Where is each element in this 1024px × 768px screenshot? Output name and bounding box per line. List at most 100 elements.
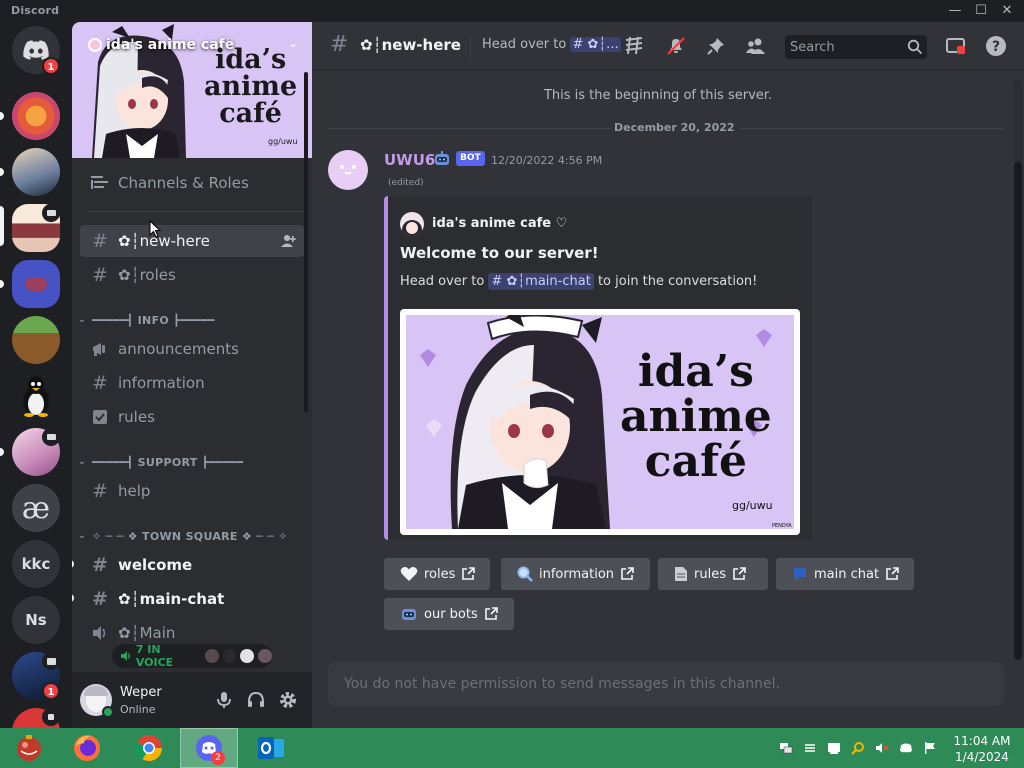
- channel-new-here[interactable]: # ✿┆new-here: [80, 225, 304, 257]
- app-tray-icon[interactable]: [826, 740, 842, 756]
- roles-link-button[interactable]: roles: [384, 558, 490, 590]
- category-support[interactable]: ⌄ ━━━━━┫ SUPPORT ┣━━━━━: [76, 452, 304, 472]
- server-icon-minecraft[interactable]: [12, 316, 60, 364]
- maximize-button[interactable]: ☐: [968, 1, 994, 21]
- video-icon: [42, 204, 60, 222]
- mouse-cursor-icon: [149, 220, 161, 238]
- server-banner[interactable]: ida's anime cafe ♡ ⌄ ida’s anime café gg…: [72, 22, 312, 158]
- channel-mention[interactable]: # ✿┆main-chat: [488, 273, 594, 290]
- chevron-down-icon: ⌄: [78, 457, 86, 467]
- channel-rules[interactable]: rules: [80, 401, 304, 433]
- svg-text:?: ?: [992, 39, 1000, 55]
- chat-scrollbar-thumb[interactable]: [1014, 162, 1022, 660]
- microphone-button[interactable]: [212, 688, 236, 712]
- threads-button[interactable]: [622, 34, 646, 58]
- minimize-button[interactable]: —: [942, 1, 968, 21]
- sidebar-scrollbar[interactable]: [304, 72, 308, 412]
- external-link-icon: [462, 567, 476, 580]
- help-button[interactable]: ?: [984, 34, 1008, 58]
- channels-and-roles[interactable]: Channels & Roles: [80, 167, 304, 199]
- external-link-icon: [733, 567, 746, 580]
- discord-tray-icon[interactable]: [898, 740, 914, 756]
- channel-main-chat[interactable]: # ✿┆main-chat: [80, 583, 304, 615]
- pinned-messages-button[interactable]: [704, 34, 728, 58]
- inbox-button[interactable]: [944, 34, 968, 58]
- robot-icon: [402, 609, 416, 620]
- message-composer[interactable]: [328, 662, 1004, 706]
- hash-icon: #: [330, 32, 349, 57]
- taskbar-clock[interactable]: 11:04 AM 1/4/2024: [944, 733, 1020, 765]
- member-list-button[interactable]: [744, 34, 768, 58]
- server-icon-kkc[interactable]: kkc: [12, 540, 60, 588]
- embed-image[interactable]: ida’s anime café gg/uwu PENDYA: [400, 309, 800, 535]
- chrome-taskbar-button[interactable]: [120, 728, 178, 768]
- taskbar: 2 11:04 AM 1/4/2024: [0, 728, 1024, 768]
- server-icon-orange[interactable]: [12, 92, 60, 140]
- headphones-icon: [248, 691, 264, 707]
- notifications-button[interactable]: [664, 34, 688, 58]
- rules-link-button[interactable]: rules: [658, 558, 768, 590]
- avatar: [204, 649, 219, 663]
- search-input[interactable]: [785, 35, 905, 59]
- avatar: [240, 649, 255, 663]
- channel-information[interactable]: # information: [80, 367, 304, 399]
- embed-image-credit: PENDYA: [772, 523, 792, 529]
- discord-taskbar-button[interactable]: 2: [180, 728, 238, 768]
- speaker-icon: [120, 651, 131, 661]
- megaphone-icon: [88, 341, 112, 357]
- chevron-down-icon: ⌄: [78, 531, 86, 541]
- our-bots-link-button[interactable]: our bots: [384, 598, 514, 630]
- search-box[interactable]: [785, 35, 927, 59]
- volume-muted-tray-icon[interactable]: [874, 740, 890, 756]
- threads-icon: [625, 36, 643, 55]
- category-info[interactable]: ⌄ ━━━━━┫ INFO ┣━━━━━: [76, 310, 304, 330]
- outlook-icon: [258, 737, 284, 759]
- information-link-button[interactable]: information: [501, 558, 650, 590]
- channel-help[interactable]: # help: [80, 475, 304, 507]
- main-chat-link-button[interactable]: main chat: [776, 558, 914, 590]
- firefox-taskbar-button[interactable]: [58, 728, 116, 768]
- server-icon-anime[interactable]: [12, 260, 60, 308]
- avatar: [258, 649, 273, 663]
- banner-signature: gg/uwu: [268, 137, 298, 146]
- channel-announcements[interactable]: announcements: [80, 333, 304, 365]
- chrome-icon: [135, 735, 163, 762]
- message-input[interactable]: [328, 662, 1004, 706]
- sync-tray-icon[interactable]: [802, 740, 818, 756]
- bot-badge: BOT: [456, 151, 485, 166]
- outlook-taskbar-button[interactable]: [242, 728, 300, 768]
- tux-icon: [23, 376, 49, 417]
- server-notification-badge: 1: [42, 682, 60, 700]
- channel-welcome[interactable]: # welcome: [80, 549, 304, 581]
- members-icon: [746, 38, 765, 54]
- embed-author[interactable]: ida's anime cafe ♡: [432, 216, 567, 231]
- online-status-dot: [102, 706, 114, 718]
- channel-roles[interactable]: # ✿┆roles: [80, 259, 304, 291]
- avatar[interactable]: [328, 150, 368, 190]
- network-tray-icon[interactable]: [778, 740, 794, 756]
- action-center-flag-icon[interactable]: [922, 740, 938, 756]
- server-icon-ns[interactable]: Ns: [12, 596, 60, 644]
- settings-button[interactable]: [276, 688, 300, 712]
- banner-logo-text: ida’s anime café: [204, 44, 298, 129]
- help-icon: ?: [986, 36, 1006, 56]
- category-town-square[interactable]: ⌄ ✧ ─ ─ ❖ TOWN SQUARE ❖ ─ ─ ✧: [76, 526, 304, 546]
- external-link-icon: [621, 567, 634, 580]
- search-tray-icon[interactable]: [850, 740, 866, 756]
- chevron-down-icon: ⌄: [78, 315, 86, 325]
- date-divider: December 20, 2022: [328, 121, 1004, 134]
- add-member-icon[interactable]: [280, 233, 296, 253]
- headphones-button[interactable]: [244, 688, 268, 712]
- video-icon: [42, 428, 60, 446]
- embed-description: Head over to # ✿┆main-chat to join the c…: [400, 273, 758, 290]
- close-button[interactable]: ✕: [994, 1, 1020, 21]
- channel-topic[interactable]: Head over to # ✿┆...: [482, 37, 621, 52]
- start-button[interactable]: [0, 728, 58, 768]
- message-author[interactable]: UWU6: [384, 151, 435, 169]
- voice-activity-indicator[interactable]: 7 IN VOICE: [112, 643, 273, 669]
- microphone-icon: [217, 692, 231, 708]
- rules-checkbox-icon: [88, 409, 112, 425]
- server-icon-piano-cat[interactable]: [12, 148, 60, 196]
- server-icon-linux[interactable]: [12, 372, 60, 420]
- server-icon-ae[interactable]: æ: [12, 484, 60, 532]
